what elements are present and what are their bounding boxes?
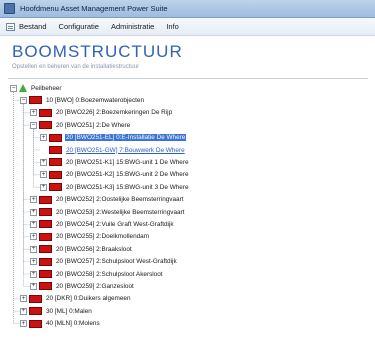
expand-toggle-icon[interactable]: + bbox=[20, 320, 27, 328]
app-icon bbox=[4, 3, 15, 14]
page-subtitle: Opstellen en beheren van de installaties… bbox=[12, 64, 140, 70]
tree-node-label: 20 [BWO259] 2:Ganzesloot bbox=[56, 282, 134, 290]
tree-node[interactable]: +20 [BWO251-K3] 15:BWG-unit 3 De Where bbox=[40, 182, 190, 192]
tree-node[interactable]: +40 [MLN] 0:Molens bbox=[20, 319, 101, 329]
expand-toggle-icon[interactable]: + bbox=[30, 270, 37, 278]
node-icon bbox=[39, 245, 52, 254]
expand-toggle-icon[interactable]: + bbox=[30, 208, 37, 216]
expand-toggle-icon[interactable]: + bbox=[30, 220, 37, 228]
expand-toggle-icon[interactable]: + bbox=[30, 196, 37, 204]
node-icon bbox=[49, 170, 62, 179]
expand-toggle-icon[interactable]: + bbox=[40, 171, 47, 179]
tree-node[interactable]: +20 [BWO258] 2:Schulpsloot Akersloot bbox=[30, 269, 164, 279]
menu-bar: Bestand Configuratie Administratie Info bbox=[0, 18, 375, 36]
expand-toggle-icon[interactable]: + bbox=[40, 134, 47, 142]
tree-node[interactable]: 20 [BWO251-GW] 7:Bouwwerk De Where bbox=[40, 145, 186, 155]
node-icon bbox=[49, 133, 62, 142]
list-icon bbox=[6, 22, 15, 31]
tree-node[interactable]: +20 [BWO251-K1] 15:BWG-unit 1 De Where bbox=[40, 157, 190, 167]
node-icon bbox=[39, 282, 52, 291]
node-icon bbox=[39, 121, 52, 130]
node-icon bbox=[39, 108, 52, 117]
menu-info[interactable]: Info bbox=[160, 19, 185, 35]
menu-bestand[interactable]: Bestand bbox=[0, 19, 53, 35]
node-icon bbox=[49, 158, 62, 167]
node-icon bbox=[49, 183, 62, 192]
tree-node-label: 40 [MLN] 0:Molens bbox=[46, 320, 100, 328]
tree-node-label: 20 [BWO251] 2:De Where bbox=[56, 121, 131, 129]
tree-node[interactable]: +20 [BWO253] 2:Westelijke Beemsterringva… bbox=[30, 207, 185, 217]
tree-node-label: 20 [BWO252] 2:Oostelijke Beemsterringvaa… bbox=[56, 196, 184, 204]
node-icon bbox=[29, 96, 42, 105]
collapse-toggle-icon[interactable]: − bbox=[20, 96, 27, 104]
menu-administratie-label: Administratie bbox=[110, 22, 155, 31]
tree-node-label: 10 [BWO] 0:Boezemwaterobjecten bbox=[46, 96, 145, 104]
tree-node-label: 20 [BWO253] 2:Westelijke Beemsterringvaa… bbox=[56, 208, 185, 216]
tree-node-label: 30 [ML] 0:Malen bbox=[46, 307, 92, 315]
tree-node-label: 20 [BWO255] 2:Doelkmollendam bbox=[56, 233, 150, 241]
tree-node-label: 20 [BWO251-K1] 15:BWG-unit 1 De Where bbox=[66, 158, 189, 166]
node-icon bbox=[29, 319, 42, 328]
title-bar: Hoofdmenu Asset Management Power Suite bbox=[0, 0, 375, 18]
tree-node[interactable]: − 10 [BWO] 0:Boezemwaterobjecten bbox=[20, 95, 145, 105]
node-icon bbox=[39, 195, 52, 204]
node-icon bbox=[49, 146, 62, 154]
tree-node-label: 20 [BWO258] 2:Schulpsloot Akersloot bbox=[56, 270, 163, 278]
node-icon bbox=[39, 220, 52, 229]
tree-node[interactable]: − Peilbeheer bbox=[10, 83, 63, 93]
header-divider bbox=[8, 78, 368, 79]
expand-toggle-icon[interactable]: + bbox=[40, 183, 47, 191]
expand-toggle-icon[interactable]: + bbox=[40, 158, 47, 166]
tree-node[interactable]: +20 [BWO257] 2:Schulpsloot West-Graftdij… bbox=[30, 257, 178, 267]
tree-node-label: 20 [BWO226] 2:Boezemkeringen De Rijp bbox=[56, 109, 173, 117]
window-title: Hoofdmenu Asset Management Power Suite bbox=[20, 4, 168, 13]
node-icon bbox=[29, 294, 42, 303]
tree-node-label: 20 [BWO251-K3] 15:BWG-unit 3 De Where bbox=[66, 183, 189, 191]
menu-info-label: Info bbox=[166, 22, 179, 31]
node-icon bbox=[39, 208, 52, 216]
tree-node-label: 20 [BWO251-EL] 0:E-Installatie De Where bbox=[65, 134, 187, 142]
expand-toggle-icon[interactable]: + bbox=[30, 258, 37, 266]
menu-configuratie-label: Configuratie bbox=[58, 22, 99, 31]
tree-node-label: 20 [BWO251-K2] 15:BWG-unit 2 De Where bbox=[66, 171, 189, 179]
expand-toggle-icon[interactable]: + bbox=[20, 295, 27, 303]
tree-node[interactable]: +20 [DKR] 0:Duikers algemeen bbox=[20, 294, 132, 304]
menu-bestand-label: Bestand bbox=[19, 22, 47, 31]
expand-toggle-icon[interactable]: + bbox=[30, 233, 37, 241]
menu-administratie[interactable]: Administratie bbox=[105, 19, 160, 35]
tree-node[interactable]: +20 [BWO252] 2:Oostelijke Beemsterringva… bbox=[30, 195, 185, 205]
tree-node[interactable]: +20 [BWO254] 2:Vuile Graft West-Graftdij… bbox=[30, 219, 175, 229]
collapse-toggle-icon[interactable]: − bbox=[10, 84, 17, 92]
tree-node-label: 20 [DKR] 0:Duikers algemeen bbox=[46, 295, 131, 303]
tree-node[interactable]: − 20 [BWO251] 2:De Where bbox=[30, 120, 131, 130]
node-icon bbox=[39, 270, 52, 278]
expand-toggle-icon[interactable]: + bbox=[20, 307, 27, 315]
page-title: BOOMSTRUCTUUR bbox=[12, 42, 183, 61]
tree-node[interactable]: +20 [BWO251-EL] 0:E-Installatie De Where bbox=[40, 133, 187, 143]
tree-node[interactable]: +20 [BWO251-K2] 15:BWG-unit 2 De Where bbox=[40, 170, 190, 180]
tree-node-label: 20 [BWO256] 2:Braaksloot bbox=[56, 245, 132, 253]
tree-node-label: 20 [BWO251-GW] 7:Bouwwerk De Where bbox=[66, 146, 185, 154]
root-triangle-icon bbox=[19, 84, 27, 92]
expand-toggle-icon[interactable]: + bbox=[30, 109, 37, 117]
toggle-spacer bbox=[40, 147, 47, 154]
tree-node[interactable]: +20 [BWO259] 2:Ganzesloot bbox=[30, 281, 135, 291]
tree-node-label: 20 [BWO257] 2:Schulpsloot West-Graftdijk bbox=[56, 258, 177, 266]
tree-node[interactable]: +30 [ML] 0:Malen bbox=[20, 306, 93, 316]
expand-toggle-icon[interactable]: + bbox=[30, 282, 37, 290]
tree-node[interactable]: +20 [BWO256] 2:Braaksloot bbox=[30, 244, 133, 254]
tree-view[interactable]: − Peilbeheer −10 [BWO] 0:Boezemwaterobject… bbox=[8, 82, 370, 344]
tree-node-label: Peilbeheer bbox=[31, 84, 62, 92]
tree-node-label: 20 [BWO254] 2:Vuile Graft West-Graftdijk bbox=[56, 220, 174, 228]
node-icon bbox=[29, 307, 42, 316]
node-icon bbox=[39, 232, 52, 241]
node-icon bbox=[39, 257, 52, 266]
expand-toggle-icon[interactable]: + bbox=[30, 245, 37, 253]
menu-configuratie[interactable]: Configuratie bbox=[53, 19, 105, 35]
tree-node[interactable]: +20 [BWO226] 2:Boezemkeringen De Rijp bbox=[30, 108, 173, 118]
collapse-toggle-icon[interactable]: − bbox=[30, 121, 37, 129]
tree-node[interactable]: +20 [BWO255] 2:Doelkmollendam bbox=[30, 232, 150, 242]
